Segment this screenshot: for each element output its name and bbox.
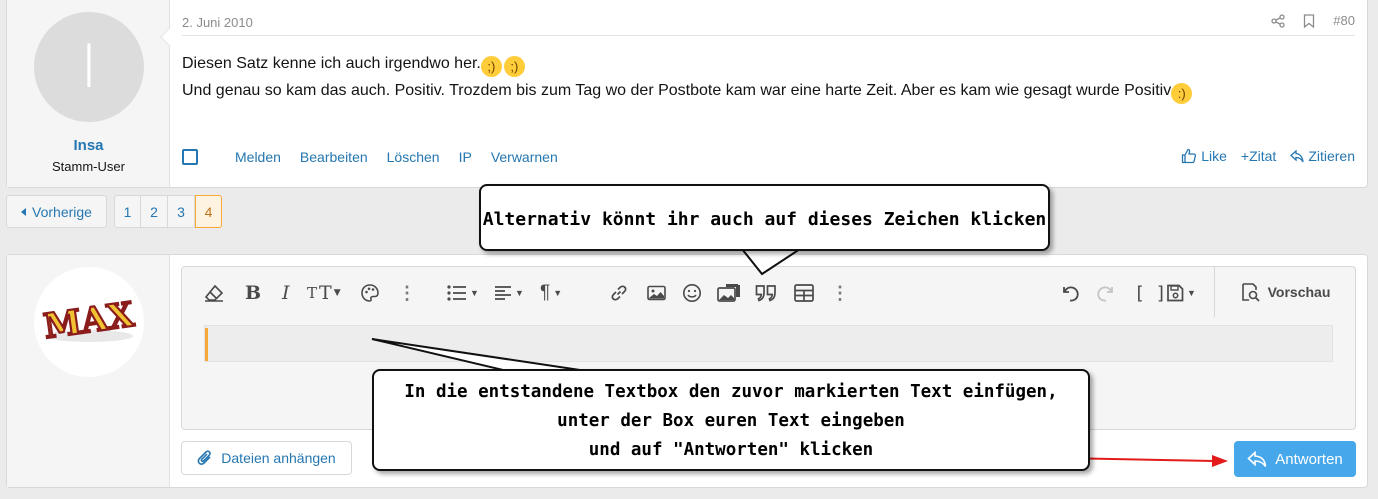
callout-bottom-line-3: und auf "Antworten" klicken xyxy=(588,440,874,460)
callout-top-text: Alternativ könnt ihr auch auf dieses Zei… xyxy=(482,209,1047,230)
callout-top: Alternativ könnt ihr auch auf dieses Zei… xyxy=(479,184,1050,251)
callout-bottom-pointer xyxy=(371,338,601,374)
red-arrow-head xyxy=(1212,455,1228,467)
callout-bottom: In die entstandene Textbox den zuvor mar… xyxy=(372,369,1090,471)
callout-bottom-line-2: unter der Box euren Text eingeben xyxy=(557,411,905,431)
callout-bottom-line-1: In die entstandene Textbox den zuvor mar… xyxy=(404,382,1058,402)
